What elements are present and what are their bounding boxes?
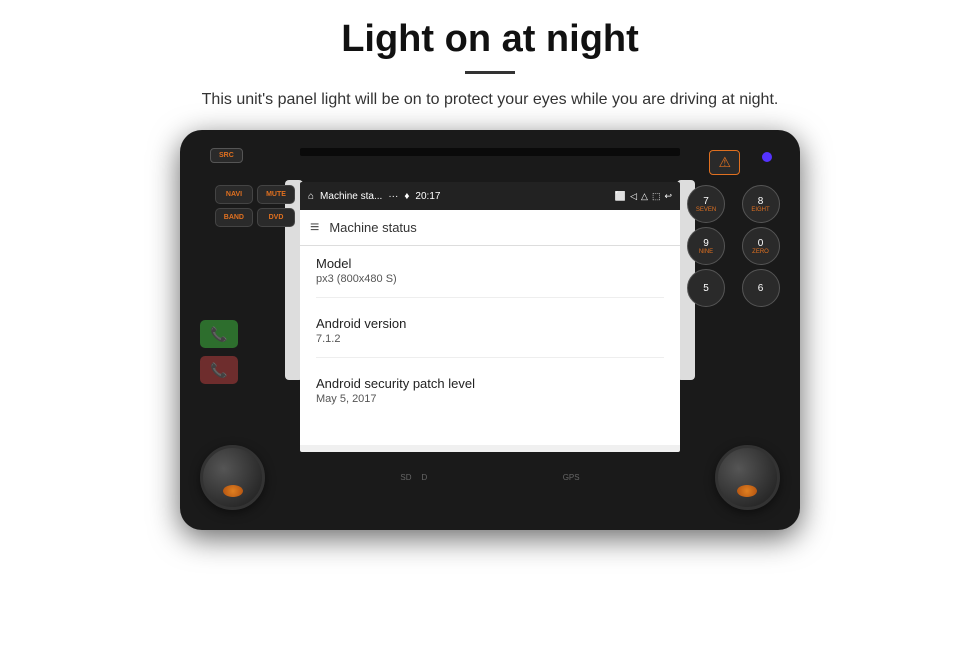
home-icon[interactable]: ⌂: [308, 191, 314, 202]
right-side-buttons: 7 SEVEN 8 EIGHT 9 NINE 0 ZERO: [687, 185, 792, 307]
info-value-security: May 5, 2017: [316, 393, 664, 405]
band-button[interactable]: BAND: [215, 208, 253, 227]
num-6-button[interactable]: 6: [742, 269, 780, 307]
page-title: Light on at night: [341, 18, 639, 61]
bottom-area: SD D GPS: [180, 445, 800, 510]
call-accept-button[interactable]: 📞: [200, 320, 238, 348]
menu-icon[interactable]: ≡: [310, 219, 319, 237]
src-button[interactable]: SRC: [210, 148, 243, 163]
num-7-button[interactable]: 7 SEVEN: [687, 185, 725, 223]
sd-labels: SD D: [400, 473, 427, 482]
statusbar-right: ⬜ ◁ △ ⬚ ↩: [615, 191, 672, 202]
left-side-buttons: NAVI MUTE BAND DVD: [190, 185, 295, 227]
android-statusbar: ⌂ Machine sta... ··· ♦ 20:17 ⬜ ◁ △ ⬚ ↩: [300, 182, 680, 210]
left-btn-row-1: NAVI MUTE: [190, 185, 295, 204]
device-wrapper: SRC ⚠ ⌂ Machine sta... ··· ♦ 20:17: [180, 130, 800, 530]
app-bar: ≡ Machine status: [300, 210, 680, 246]
android-content: Model px3 (800x480 S) Android version 7.…: [300, 246, 680, 445]
left-btn-row-2: BAND DVD: [190, 208, 295, 227]
top-buttons: SRC: [210, 148, 243, 163]
mute-button[interactable]: MUTE: [257, 185, 295, 204]
alert-button[interactable]: ⚠: [709, 150, 740, 175]
statusbar-eject-icon: △: [641, 191, 648, 202]
left-knob[interactable]: [200, 445, 265, 510]
num-5-button[interactable]: 5: [687, 269, 725, 307]
statusbar-left: ⌂ Machine sta... ··· ♦ 20:17: [308, 191, 440, 202]
info-row-android: Android version 7.1.2: [316, 316, 664, 358]
cd-slot: [300, 148, 680, 156]
info-label-model: Model: [316, 256, 664, 271]
right-knob[interactable]: [715, 445, 780, 510]
title-divider: [465, 71, 515, 74]
dvd-button[interactable]: DVD: [257, 208, 295, 227]
info-row-model: Model px3 (800x480 S): [316, 256, 664, 298]
statusbar-pin-icon: ♦: [404, 191, 409, 202]
phone-buttons: 📞 📞: [200, 320, 238, 384]
page-subtitle: This unit's panel light will be on to pr…: [202, 88, 779, 112]
indicator-light: [762, 152, 772, 162]
info-value-android: 7.1.2: [316, 333, 664, 345]
app-bar-title: Machine status: [329, 220, 416, 235]
statusbar-dots: ···: [388, 191, 398, 202]
num-9-button[interactable]: 9 NINE: [687, 227, 725, 265]
info-row-security: Android security patch level May 5, 2017: [316, 376, 664, 417]
statusbar-appname: Machine sta...: [320, 191, 382, 202]
statusbar-back-icon: ↩: [664, 191, 672, 202]
numpad-grid: 7 SEVEN 8 EIGHT 9 NINE 0 ZERO: [687, 185, 792, 307]
statusbar-time: 20:17: [415, 191, 440, 202]
call-end-button[interactable]: 📞: [200, 356, 238, 384]
gps-label: GPS: [563, 473, 580, 482]
statusbar-volume-icon: ◁: [630, 191, 637, 202]
d-label: D: [422, 473, 428, 482]
sd-label: SD: [400, 473, 411, 482]
device-bezel: SRC ⚠ ⌂ Machine sta... ··· ♦ 20:17: [180, 130, 800, 530]
info-label-security: Android security patch level: [316, 376, 664, 391]
android-screen: ⌂ Machine sta... ··· ♦ 20:17 ⬜ ◁ △ ⬚ ↩: [300, 182, 680, 452]
page: Light on at night This unit's panel ligh…: [0, 0, 980, 655]
num-0-button[interactable]: 0 ZERO: [742, 227, 780, 265]
statusbar-monitor-icon: ⬚: [652, 191, 661, 202]
num-8-button[interactable]: 8 EIGHT: [742, 185, 780, 223]
statusbar-camera-icon: ⬜: [615, 191, 626, 202]
navi-button[interactable]: NAVI: [215, 185, 253, 204]
info-value-model: px3 (800x480 S): [316, 273, 664, 285]
info-label-android: Android version: [316, 316, 664, 331]
